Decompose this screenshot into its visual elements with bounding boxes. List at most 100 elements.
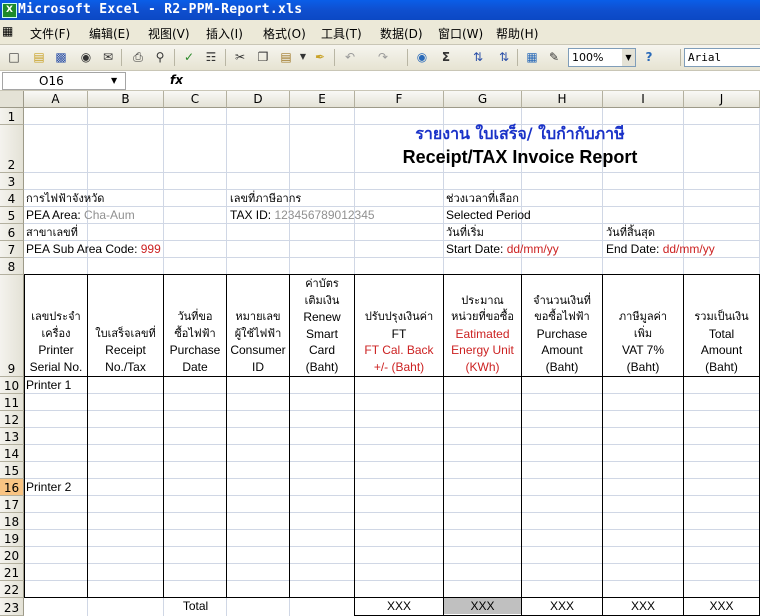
print-preview-icon[interactable]: ⚲ bbox=[152, 49, 168, 65]
font-name-select[interactable]: Arial bbox=[684, 48, 760, 67]
workbook-icon[interactable]: ▦ bbox=[2, 24, 20, 40]
pea-area-thai-label: การไฟฟ้าจังหวัด bbox=[26, 192, 105, 205]
total-energy-unit[interactable]: XXX bbox=[444, 598, 521, 614]
menu-edit[interactable]: 编辑(E) bbox=[89, 25, 130, 42]
column-header-h[interactable]: H bbox=[522, 91, 603, 108]
header-consumer-id[interactable]: หมายเลข ผู้ใช้ไฟฟ้า Consumer ID bbox=[227, 274, 290, 376]
menu-window[interactable]: 窗口(W) bbox=[438, 25, 483, 42]
paste-dropdown-icon[interactable]: ▼ bbox=[295, 49, 311, 65]
name-box-dropdown-icon[interactable]: ▼ bbox=[111, 73, 123, 89]
format-painter-icon[interactable]: ✒ bbox=[312, 49, 328, 65]
row-header[interactable]: 15 bbox=[0, 462, 24, 479]
column-header-c[interactable]: C bbox=[164, 91, 227, 108]
help-icon[interactable]: ? bbox=[641, 49, 657, 65]
menu-file[interactable]: 文件(F) bbox=[30, 25, 70, 42]
research-icon[interactable]: ☶ bbox=[203, 49, 219, 65]
column-header-g[interactable]: G bbox=[444, 91, 522, 108]
row-header[interactable]: 19 bbox=[0, 530, 24, 547]
save-icon[interactable]: ▩ bbox=[53, 49, 69, 65]
hyperlink-icon[interactable]: ◉ bbox=[414, 49, 430, 65]
row-header[interactable]: 2 bbox=[0, 125, 24, 173]
excel-app-icon[interactable]: X bbox=[2, 3, 17, 18]
row-header-selected[interactable]: 16 bbox=[0, 479, 24, 496]
column-header-a[interactable]: A bbox=[24, 91, 88, 108]
total-ft[interactable]: XXX bbox=[355, 598, 443, 614]
sort-desc-icon[interactable]: ⇅ bbox=[496, 49, 512, 65]
sort-asc-icon[interactable]: ⇅ bbox=[470, 49, 486, 65]
row-header[interactable]: 11 bbox=[0, 394, 24, 411]
row-header[interactable]: 18 bbox=[0, 513, 24, 530]
column-header-j[interactable]: J bbox=[684, 91, 760, 108]
menu-data[interactable]: 数据(D) bbox=[380, 25, 423, 42]
tax-id-field[interactable]: TAX ID: 123456789012345 bbox=[230, 208, 375, 223]
row-header[interactable]: 6 bbox=[0, 224, 24, 241]
row-header[interactable]: 1 bbox=[0, 108, 24, 125]
total-purchase-amount[interactable]: XXX bbox=[522, 598, 602, 614]
open-icon[interactable]: ▤ bbox=[31, 49, 47, 65]
cut-icon[interactable]: ✂ bbox=[232, 49, 248, 65]
row-header[interactable]: 5 bbox=[0, 207, 24, 224]
new-icon[interactable]: □ bbox=[6, 49, 22, 65]
row-header[interactable]: 17 bbox=[0, 496, 24, 513]
column-header-e[interactable]: E bbox=[290, 91, 355, 108]
header-vat[interactable]: ภาษีมูลค่า เพิ่ม VAT 7% (Baht) bbox=[603, 274, 684, 376]
menu-format[interactable]: 格式(O) bbox=[263, 25, 306, 42]
header-renew-smart-card[interactable]: ค่าบัตร เติมเงิน Renew Smart Card (Baht) bbox=[290, 274, 355, 376]
sub-area-code-field[interactable]: PEA Sub Area Code: 999 bbox=[26, 242, 161, 257]
row-header[interactable]: 4 bbox=[0, 190, 24, 207]
row-header[interactable]: 3 bbox=[0, 173, 24, 190]
worksheet-grid[interactable]: A B C D E F G H I J 1 2 3 4 5 6 7 8 9 10… bbox=[0, 91, 760, 616]
end-date-field[interactable]: End Date: dd/mm/yy bbox=[606, 242, 715, 257]
menu-insert[interactable]: 插入(I) bbox=[206, 25, 243, 42]
printer-2-label[interactable]: Printer 2 bbox=[26, 480, 71, 495]
pea-area-field[interactable]: PEA Area: Cha-Aum bbox=[26, 208, 135, 223]
header-printer-serial[interactable]: เลขประจำ เครื่อง Printer Serial No. bbox=[24, 274, 88, 376]
permission-icon[interactable]: ◉ bbox=[78, 49, 94, 65]
row-header[interactable]: 8 bbox=[0, 258, 24, 275]
column-header-d[interactable]: D bbox=[227, 91, 290, 108]
header-total-amount[interactable]: รวมเป็นเงิน Total Amount (Baht) bbox=[684, 274, 760, 376]
menu-help[interactable]: 帮助(H) bbox=[496, 25, 538, 42]
select-all-corner[interactable] bbox=[0, 91, 24, 108]
title-bar: X Microsoft Excel - R2-PPM-Report.xls bbox=[0, 0, 760, 20]
paste-icon[interactable]: ▤ bbox=[278, 49, 294, 65]
start-date-field[interactable]: Start Date: dd/mm/yy bbox=[446, 242, 559, 257]
copy-icon[interactable]: ❐ bbox=[255, 49, 271, 65]
spelling-icon[interactable]: ✓ bbox=[181, 49, 197, 65]
header-estimated-energy[interactable]: ประมาณ หน่วยที่ขอซื้อ Eatimated Energy U… bbox=[444, 274, 522, 376]
row-header[interactable]: 21 bbox=[0, 564, 24, 581]
row-header[interactable]: 22 bbox=[0, 581, 24, 598]
print-icon[interactable]: ⎙ bbox=[130, 49, 146, 65]
insert-function-icon[interactable]: fx bbox=[170, 73, 183, 87]
undo-icon[interactable]: ↶ bbox=[342, 49, 358, 65]
row-header[interactable]: 7 bbox=[0, 241, 24, 258]
row-header[interactable]: 20 bbox=[0, 547, 24, 564]
header-purchase-date[interactable]: วันที่ขอ ซื้อไฟฟ้า Purchase Date bbox=[164, 274, 227, 376]
header-ft-cal-back[interactable]: ปรับปรุงเงินค่า FT FT Cal. Back +/- (Bah… bbox=[355, 274, 444, 376]
zoom-select[interactable]: 100% ▼ bbox=[568, 48, 636, 67]
printer-1-label[interactable]: Printer 1 bbox=[26, 378, 71, 393]
column-header-f[interactable]: F bbox=[355, 91, 444, 108]
total-amount[interactable]: XXX bbox=[684, 598, 759, 614]
menu-view[interactable]: 视图(V) bbox=[148, 25, 190, 42]
row-header[interactable]: 14 bbox=[0, 445, 24, 462]
column-header-i[interactable]: I bbox=[603, 91, 684, 108]
redo-icon[interactable]: ↷ bbox=[375, 49, 391, 65]
row-header[interactable]: 10 bbox=[0, 377, 24, 394]
name-box[interactable]: O16 ▼ bbox=[2, 72, 126, 90]
row-header[interactable]: 12 bbox=[0, 411, 24, 428]
zoom-dropdown-icon[interactable]: ▼ bbox=[622, 49, 635, 66]
row-header[interactable]: 9 bbox=[0, 275, 24, 377]
header-receipt-no[interactable]: ใบเสร็จเลขที่ Receipt No./Tax bbox=[88, 274, 164, 376]
chart-wizard-icon[interactable]: ▦ bbox=[524, 49, 540, 65]
total-vat[interactable]: XXX bbox=[603, 598, 683, 614]
row-header[interactable]: 13 bbox=[0, 428, 24, 445]
header-purchase-amount[interactable]: จำนวนเงินที่ ขอซื้อไฟฟ้า Purchase Amount… bbox=[522, 274, 603, 376]
drawing-icon[interactable]: ✎ bbox=[546, 49, 562, 65]
autosum-icon[interactable]: Σ bbox=[438, 49, 454, 65]
email-icon[interactable]: ✉ bbox=[100, 49, 116, 65]
selected-period-label: Selected Period bbox=[446, 208, 531, 222]
menu-tools[interactable]: 工具(T) bbox=[321, 25, 362, 42]
row-header[interactable]: 23 bbox=[0, 598, 24, 616]
column-header-b[interactable]: B bbox=[88, 91, 164, 108]
